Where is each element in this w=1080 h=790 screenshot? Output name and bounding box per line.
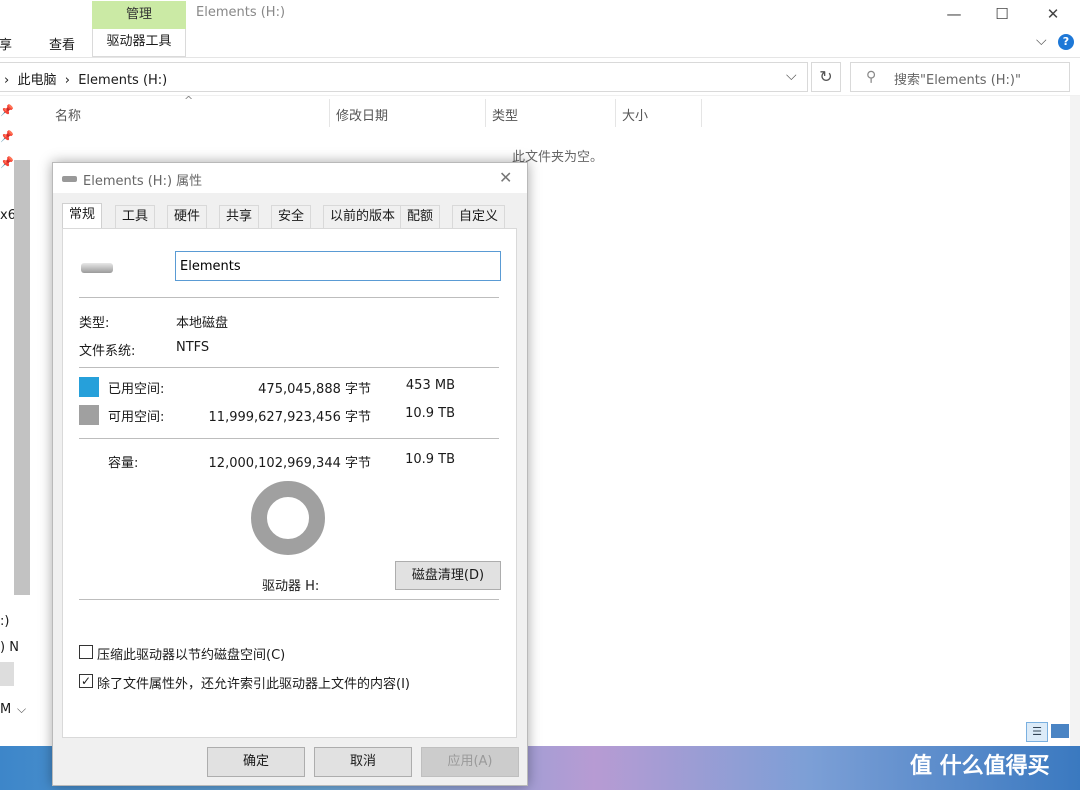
close-icon[interactable]: ✕ <box>1043 4 1063 24</box>
breadcrumb-this-pc[interactable]: 此电脑 <box>17 73 56 88</box>
view-toggle: ☰ <box>1026 722 1072 742</box>
free-space-swatch <box>79 405 99 425</box>
breadcrumb-separator-icon: › <box>56 73 79 88</box>
tab-tools[interactable]: 工具 <box>115 205 156 229</box>
free-space-size: 10.9 TB <box>405 406 455 421</box>
pin-icon: 📌 <box>0 130 14 143</box>
drive-letter-label: 驱动器 H: <box>262 579 320 594</box>
refresh-icon[interactable]: ↻ <box>811 62 841 92</box>
filesystem-value: NTFS <box>176 340 210 355</box>
compress-checkbox[interactable] <box>79 645 93 659</box>
tab-general[interactable]: 常规 <box>62 203 103 230</box>
help-icon[interactable]: ? <box>1058 34 1074 50</box>
used-space-bytes: 475,045,888 字节 <box>258 382 371 397</box>
tab-customize[interactable]: 自定义 <box>452 205 506 229</box>
properties-dialog: Elements (H:) 属性 ✕ 常规 工具 硬件 共享 安全 以前的版本 … <box>52 162 528 786</box>
capacity-label: 容量: <box>108 456 139 471</box>
index-label: 除了文件属性外，还允许索引此驱动器上文件的内容(I) <box>97 677 410 692</box>
dialog-close-icon[interactable]: ✕ <box>499 168 512 187</box>
window-title: Elements (H:) <box>196 5 286 20</box>
used-space-size: 453 MB <box>405 378 455 393</box>
divider <box>79 367 499 368</box>
search-input[interactable]: 搜索"Elements (H:)" <box>894 69 1021 88</box>
tab-sharing[interactable]: 共享 <box>219 205 260 229</box>
scroll-down-icon[interactable]: ⌵ <box>17 702 26 717</box>
context-tab-manage[interactable]: 管理 <box>92 1 186 29</box>
column-divider[interactable] <box>615 99 616 127</box>
drive-name-input[interactable] <box>175 251 501 281</box>
capacity-size: 10.9 TB <box>405 452 455 467</box>
disk-cleanup-button[interactable]: 磁盘清理(D) <box>395 561 501 590</box>
minimize-icon[interactable]: — <box>944 4 964 24</box>
column-header-type[interactable]: 类型 <box>492 105 518 124</box>
address-dropdown-icon[interactable]: ⌵ <box>786 68 797 84</box>
nav-selected-item[interactable] <box>0 662 14 686</box>
divider <box>79 599 499 600</box>
nav-scrollbar[interactable] <box>14 160 30 595</box>
ok-button[interactable]: 确定 <box>207 747 305 777</box>
column-divider[interactable] <box>485 99 486 127</box>
ribbon-expand-chevron-icon[interactable]: ⌵ <box>1036 33 1047 49</box>
watermark-logo: 值 什么值得买 <box>910 754 1050 779</box>
type-value: 本地磁盘 <box>176 316 229 331</box>
apply-button[interactable]: 应用(A) <box>421 747 519 777</box>
tab-quota[interactable]: 配额 <box>400 205 441 229</box>
capacity-bytes: 12,000,102,969,344 字节 <box>208 456 371 471</box>
free-space-label: 可用空间: <box>108 410 165 425</box>
column-header-size[interactable]: 大小 <box>622 105 648 124</box>
column-header-name[interactable]: 名称 <box>55 105 81 124</box>
tab-hardware[interactable]: 硬件 <box>167 205 208 229</box>
drive-large-icon <box>81 263 113 273</box>
tab-previous-versions[interactable]: 以前的版本 <box>323 205 403 229</box>
breadcrumb[interactable]: › 此电脑 › Elements (H:) <box>4 69 167 88</box>
used-space-swatch <box>79 377 99 397</box>
breadcrumb-separator-icon: › <box>4 73 18 88</box>
nav-item-fragment[interactable]: M <box>0 702 11 717</box>
tab-share[interactable]: 共享 <box>0 34 12 53</box>
column-divider[interactable] <box>329 99 330 127</box>
breadcrumb-drive[interactable]: Elements (H:) <box>78 73 167 88</box>
disk-usage-donut-chart <box>251 481 325 555</box>
pin-icon: 📌 <box>0 104 14 117</box>
column-divider[interactable] <box>701 99 702 127</box>
cancel-button[interactable]: 取消 <box>314 747 412 777</box>
donut-free-segment <box>251 481 325 555</box>
divider <box>79 438 499 439</box>
pin-icon: 📌 <box>0 156 14 169</box>
nav-item-fragment[interactable]: :) <box>0 614 9 629</box>
column-header-modified[interactable]: 修改日期 <box>336 105 388 124</box>
free-space-bytes: 11,999,627,923,456 字节 <box>208 410 371 425</box>
dialog-title: Elements (H:) 属性 <box>83 174 203 189</box>
index-checkbox[interactable]: ✓ <box>79 674 93 688</box>
large-icons-view-icon[interactable] <box>1051 724 1069 738</box>
tab-view[interactable]: 查看 <box>49 34 75 53</box>
filesystem-label: 文件系统: <box>79 344 136 359</box>
details-view-icon[interactable]: ☰ <box>1026 722 1048 742</box>
vertical-scrollbar[interactable] <box>1070 96 1080 746</box>
drive-icon <box>62 176 77 182</box>
search-icon: ⚲ <box>866 69 877 85</box>
compress-label: 压缩此驱动器以节约磁盘空间(C) <box>97 648 286 663</box>
nav-item-fragment[interactable]: ) N <box>0 640 19 655</box>
tab-drive-tools[interactable]: 驱动器工具 <box>92 29 186 57</box>
used-space-label: 已用空间: <box>108 382 165 397</box>
divider <box>79 297 499 298</box>
type-label: 类型: <box>79 316 110 331</box>
sort-ascending-icon: ^ <box>184 94 194 107</box>
maximize-icon[interactable]: ☐ <box>992 4 1012 24</box>
tab-security[interactable]: 安全 <box>271 205 312 229</box>
